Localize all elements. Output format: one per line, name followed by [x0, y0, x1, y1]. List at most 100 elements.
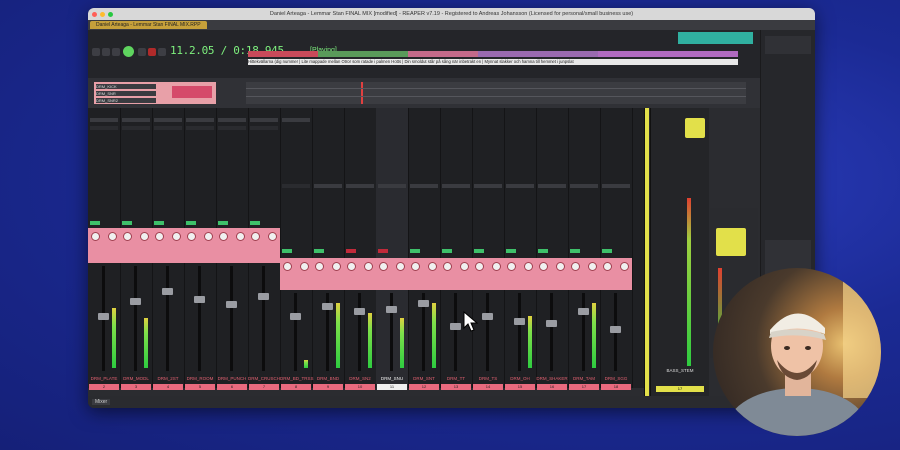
- fx-slot[interactable]: [250, 118, 278, 122]
- fx-slot[interactable]: [186, 126, 214, 130]
- width-knob[interactable]: [140, 232, 149, 241]
- fx-slot[interactable]: [154, 126, 182, 130]
- track-name[interactable]: DRM_OH: [504, 376, 536, 381]
- fx-slot[interactable]: [250, 126, 278, 130]
- volume-fader[interactable]: [290, 313, 301, 320]
- fx-slot[interactable]: [218, 118, 246, 122]
- pan-knob[interactable]: [251, 232, 260, 241]
- track-header[interactable]: DRM_KICK DRM_SNR DRM_SNR2: [94, 82, 216, 104]
- channel-strip[interactable]: DRM_PUNCH 6: [216, 108, 249, 390]
- channel-strip[interactable]: DRM_TT 13: [440, 108, 473, 390]
- marker-region[interactable]: [408, 51, 478, 57]
- pan-knob[interactable]: [571, 262, 580, 271]
- pause-button[interactable]: [138, 48, 146, 56]
- width-knob[interactable]: [556, 262, 565, 271]
- width-knob[interactable]: [236, 232, 245, 241]
- fx-slot[interactable]: [378, 184, 406, 188]
- channel-strip[interactable]: DRM_2ST 4: [152, 108, 185, 390]
- fx-slot[interactable]: [506, 184, 534, 188]
- track-name[interactable]: DRM_ROOM: [184, 376, 216, 381]
- pan-knob[interactable]: [315, 262, 324, 271]
- width-knob[interactable]: [492, 262, 501, 271]
- volume-fader[interactable]: [322, 303, 333, 310]
- volume-fader[interactable]: [354, 308, 365, 315]
- fx-slot[interactable]: [602, 184, 630, 188]
- pan-knob[interactable]: [507, 262, 516, 271]
- fx-slot[interactable]: [410, 184, 438, 188]
- track-name[interactable]: DRM_SN2: [344, 376, 376, 381]
- pan-knob[interactable]: [219, 232, 228, 241]
- width-knob[interactable]: [172, 232, 181, 241]
- track-name[interactable]: DRM_SNU: [376, 376, 408, 381]
- width-knob[interactable]: [588, 262, 597, 271]
- channel-strip[interactable]: DRM_BD_TRSS 8: [280, 108, 314, 390]
- channel-strip[interactable]: DRM_SHAKER 16: [536, 108, 569, 390]
- fx-slot[interactable]: [442, 184, 470, 188]
- track-name[interactable]: DRM_TT: [440, 376, 472, 381]
- fx-slot[interactable]: [218, 126, 246, 130]
- stop-button[interactable]: [112, 48, 120, 56]
- channel-strip[interactable]: DRM_SN2 10: [344, 108, 377, 390]
- rewind-button[interactable]: [92, 48, 100, 56]
- width-knob[interactable]: [268, 232, 277, 241]
- volume-fader[interactable]: [514, 318, 525, 325]
- width-knob[interactable]: [428, 262, 437, 271]
- width-knob[interactable]: [460, 262, 469, 271]
- bus-strip[interactable]: BASS_STEM 17: [650, 108, 709, 398]
- volume-fader[interactable]: [418, 300, 429, 307]
- fx-slot[interactable]: [186, 118, 214, 122]
- volume-fader[interactable]: [482, 313, 493, 320]
- volume-fader[interactable]: [578, 308, 589, 315]
- volume-fader[interactable]: [226, 301, 237, 308]
- pan-knob[interactable]: [443, 262, 452, 271]
- width-knob[interactable]: [204, 232, 213, 241]
- fx-slot[interactable]: [346, 184, 374, 188]
- width-knob[interactable]: [364, 262, 373, 271]
- volume-fader[interactable]: [258, 293, 269, 300]
- bus-fx-slot[interactable]: [685, 118, 705, 138]
- fx-slot[interactable]: [570, 184, 598, 188]
- channel-strip[interactable]: DRM_CRUSCH 7: [248, 108, 281, 390]
- fx-slot[interactable]: [282, 184, 310, 188]
- pan-knob[interactable]: [347, 262, 356, 271]
- record-button[interactable]: [148, 48, 156, 56]
- channel-strip[interactable]: DRM_MODL 3: [120, 108, 153, 390]
- pan-knob[interactable]: [155, 232, 164, 241]
- marker-region[interactable]: [478, 51, 598, 57]
- fx-slot[interactable]: [282, 118, 310, 122]
- track-name[interactable]: DRM_TAM: [568, 376, 600, 381]
- channel-strip[interactable]: DRM_TAM 17: [568, 108, 601, 390]
- marker-region[interactable]: [598, 51, 738, 57]
- master-fx-slot[interactable]: [716, 228, 746, 256]
- channel-strip-selected[interactable]: DRM_SNU 11: [376, 108, 409, 390]
- track-name[interactable]: DRM_BD_TRSS: [280, 376, 314, 381]
- volume-fader[interactable]: [450, 323, 461, 330]
- track-name[interactable]: DRM_PLATE: [88, 376, 120, 381]
- volume-fader[interactable]: [194, 296, 205, 303]
- timeline-ruler[interactable]: [248, 51, 738, 57]
- lyrics-track[interactable]: Hittekvällarna (dig nummer | Lite mappad…: [248, 59, 738, 65]
- track-name[interactable]: DRM_SNT: [408, 376, 440, 381]
- volume-fader[interactable]: [98, 313, 109, 320]
- channel-strip[interactable]: DRM_SGG 18: [600, 108, 633, 390]
- repeat-button[interactable]: [158, 48, 166, 56]
- channel-strip[interactable]: DRM_SNT 12: [408, 108, 441, 390]
- marker-region[interactable]: [248, 51, 318, 57]
- play-button[interactable]: [123, 46, 134, 57]
- track-name[interactable]: DRM_MODL: [120, 376, 152, 381]
- fx-slot[interactable]: [154, 118, 182, 122]
- fx-slot[interactable]: [474, 184, 502, 188]
- pan-knob[interactable]: [411, 262, 420, 271]
- fx-slot[interactable]: [90, 118, 118, 122]
- bus-name[interactable]: BASS_STEM: [651, 368, 709, 373]
- pan-knob[interactable]: [123, 232, 132, 241]
- pan-knob[interactable]: [539, 262, 548, 271]
- pan-knob[interactable]: [91, 232, 100, 241]
- volume-fader[interactable]: [610, 326, 621, 333]
- width-knob[interactable]: [620, 262, 629, 271]
- volume-fader[interactable]: [386, 306, 397, 313]
- width-knob[interactable]: [300, 262, 309, 271]
- fx-slot[interactable]: [122, 126, 150, 130]
- track-name[interactable]: DRM_TS: [472, 376, 504, 381]
- back-button[interactable]: [102, 48, 110, 56]
